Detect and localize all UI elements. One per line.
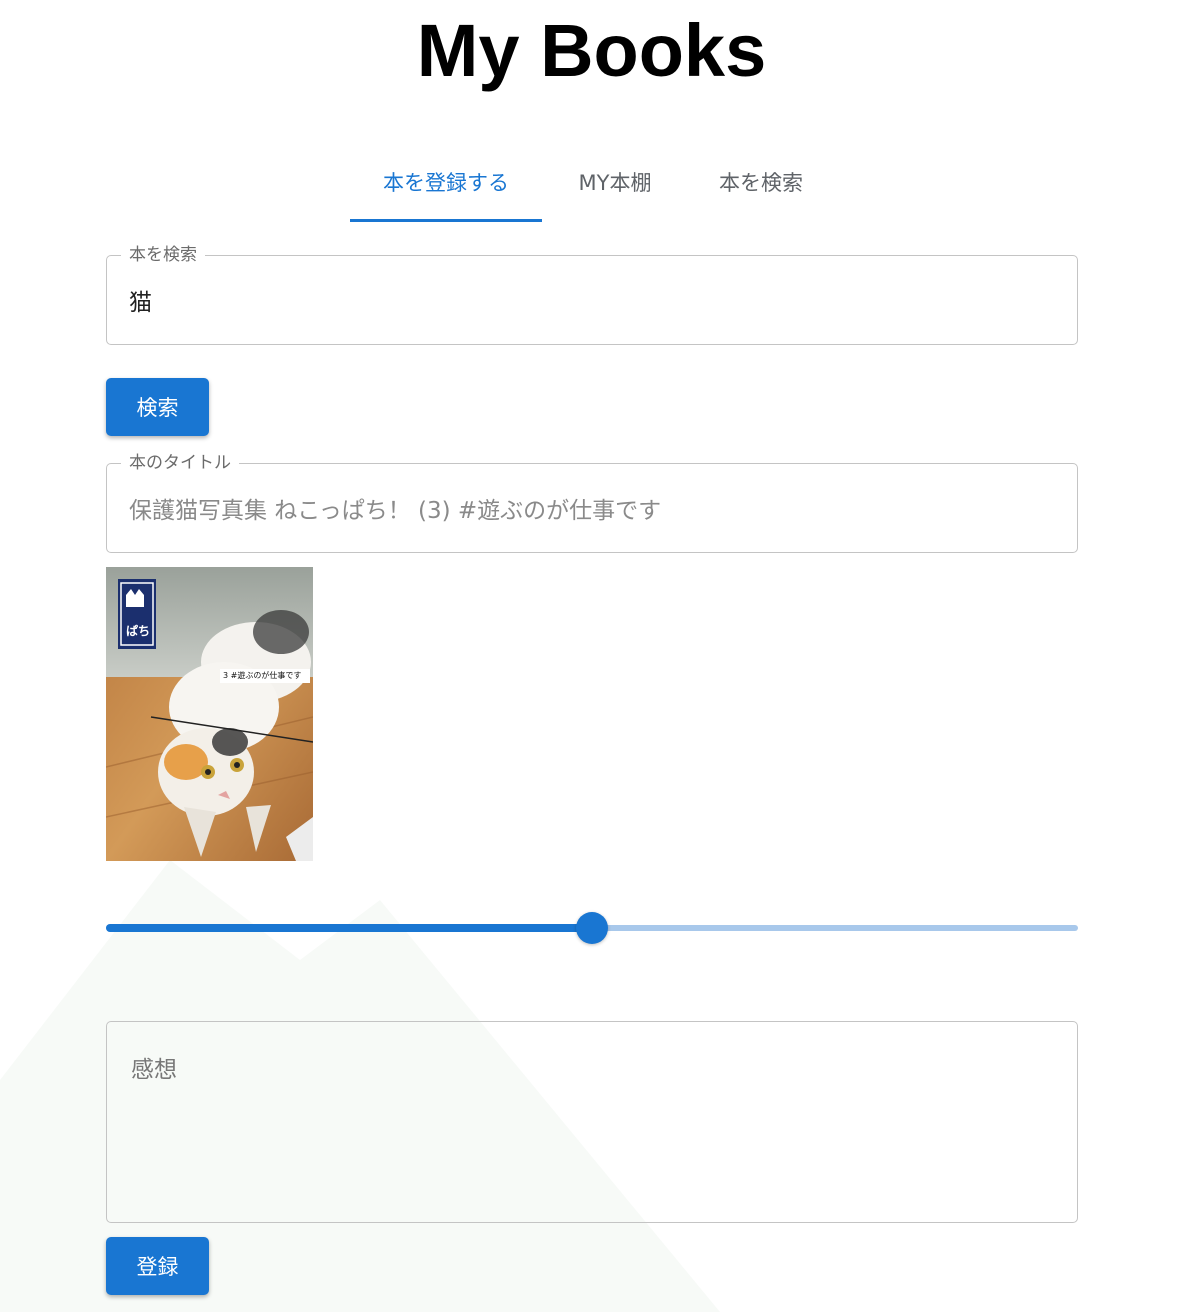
search-field: 本を検索 [106,244,1078,345]
cover-subtitle-text: 3 #遊ぶのが仕事です [223,671,302,680]
search-button[interactable]: 検索 [106,378,209,436]
tab-register-book[interactable]: 本を登録する [350,150,542,222]
slider-track [106,924,592,932]
slider-thumb[interactable] [576,912,608,944]
tab-search-books[interactable]: 本を検索 [688,150,834,218]
tab-bar: 本を登録する MY本棚 本を検索 [350,150,834,222]
review-field [106,1021,1078,1223]
book-title-field: 本のタイトル [106,452,1078,553]
review-textarea[interactable] [129,1048,1055,1206]
submit-button[interactable]: 登録 [106,1237,209,1295]
search-input[interactable] [129,256,1055,344]
cat-photo-icon [106,567,313,861]
book-title-input[interactable] [129,464,1055,552]
rating-slider[interactable] [106,910,1078,946]
app-title: My Books [416,9,767,92]
cover-brand-text: ぱち [125,624,150,638]
book-cover-image: ぱち 3 #遊ぶのが仕事です [106,567,313,861]
tab-my-bookshelf[interactable]: MY本棚 [542,150,688,218]
